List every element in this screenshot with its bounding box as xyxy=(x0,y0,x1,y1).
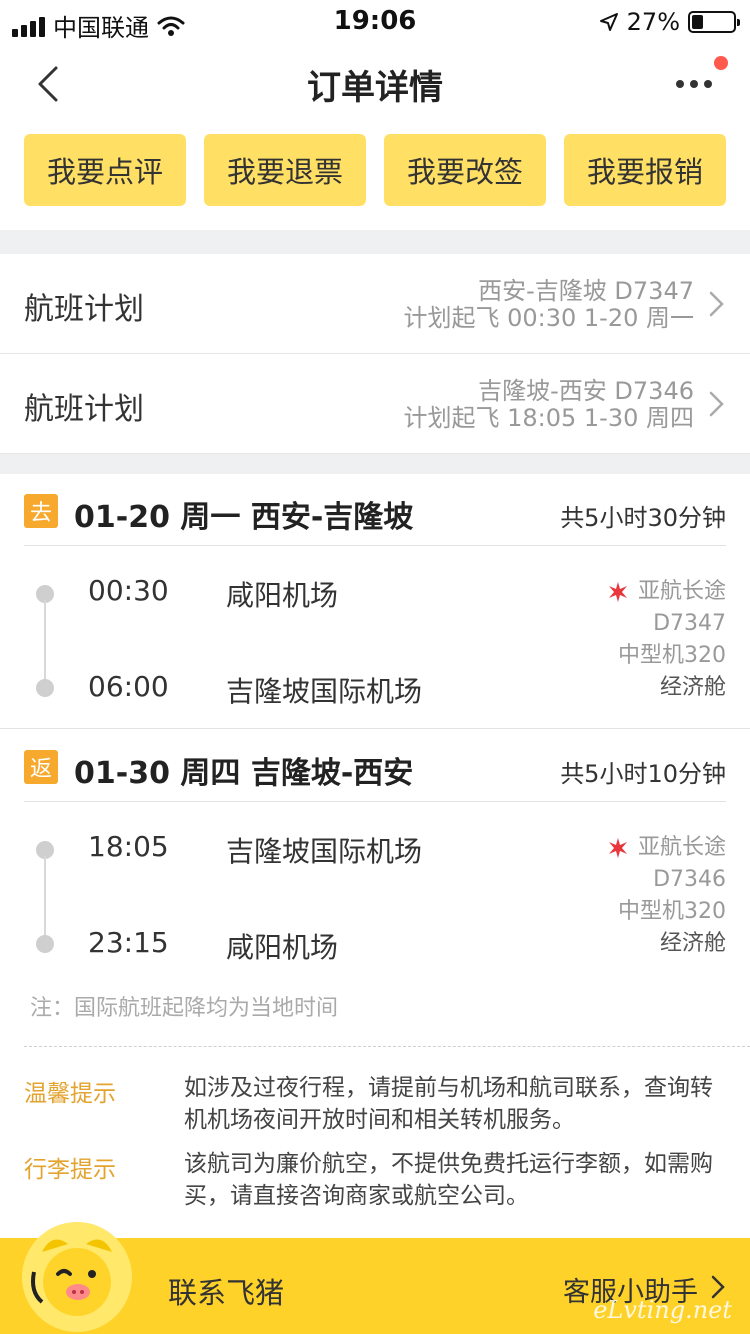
battery-percent: 27% xyxy=(626,8,680,36)
segment-title: 01-20 周一 西安-吉隆坡 xyxy=(74,500,414,535)
flight-plan-row[interactable]: 航班计划 吉隆坡-西安 D7346 计划起飞 18:05 1-30 周四 xyxy=(0,354,750,454)
flight-plan-route: 西安-吉隆坡 D7347 xyxy=(478,277,694,305)
chevron-right-icon xyxy=(709,391,724,417)
departure-airport: 咸阳机场 xyxy=(226,579,339,612)
segment-header-return: 返 01-30 周四 吉隆坡-西安 共5小时10分钟 xyxy=(24,730,726,802)
segment-title: 01-30 周四 吉隆坡-西安 xyxy=(74,756,414,791)
section-gap xyxy=(0,230,750,254)
more-menu-icon[interactable] xyxy=(674,68,714,98)
tip-text-warm: 如涉及过夜行程，请提前与机场和航司联系，查询转机机场夜间开放时间和相关转机服务。 xyxy=(184,1075,713,1133)
segment-body-return: 18:05 吉隆坡国际机场 23:15 咸阳机场 亚航长途 D7346 中型机3… xyxy=(0,816,750,966)
segment-body-outbound: 00:30 咸阳机场 06:00 吉隆坡国际机场 亚航长途 D7347 中型机3… xyxy=(0,560,750,710)
arrival-airport: 咸阳机场 xyxy=(226,931,339,964)
review-button[interactable]: 我要点评 xyxy=(24,134,186,206)
section-gap xyxy=(0,454,750,474)
tip-label-warm: 温馨提示 xyxy=(24,1081,116,1107)
flight-plan-info: 吉隆坡-西安 D7346 计划起飞 18:05 1-30 周四 xyxy=(403,378,694,432)
tip-text-baggage: 该航司为廉价航空，不提供免费托运行李额，如需购买，请直接咨询商家或航空公司。 xyxy=(184,1151,713,1209)
notification-dot xyxy=(714,56,728,70)
flight-plan-row[interactable]: 航班计划 西安-吉隆坡 D7347 计划起飞 00:30 1-20 周一 xyxy=(0,254,750,354)
segment-divider xyxy=(0,728,750,729)
change-ticket-button[interactable]: 我要改签 xyxy=(384,134,546,206)
arrival-time: 23:15 xyxy=(88,926,169,959)
flight-plan-label: 航班计划 xyxy=(24,392,144,427)
flight-plan-schedule: 计划起飞 18:05 1-30 周四 xyxy=(403,404,694,432)
flight-plan-schedule: 计划起飞 00:30 1-20 周一 xyxy=(403,304,694,332)
action-bar: 我要点评 我要退票 我要改签 我要报销 xyxy=(24,134,726,206)
cabin-class: 经济舱 xyxy=(659,675,726,700)
airline-logo-icon xyxy=(608,838,627,858)
aircraft-type: 中型机320 xyxy=(618,899,726,924)
departure-time: 18:05 xyxy=(88,830,169,863)
timeline-line xyxy=(44,856,46,936)
arrival-airport: 吉隆坡国际机场 xyxy=(226,675,423,708)
flight-plan-info: 西安-吉隆坡 D7347 计划起飞 00:30 1-20 周一 xyxy=(403,278,694,332)
page-title: 订单详情 xyxy=(307,68,443,108)
local-time-note: 注：国际航班起降均为当地时间 xyxy=(30,996,339,1021)
watermark: eLvting.net xyxy=(593,1296,732,1324)
segment-duration: 共5小时10分钟 xyxy=(560,760,726,788)
airline-name-row: 亚航长途 xyxy=(606,832,726,864)
airline-name-row: 亚航长途 xyxy=(606,576,726,608)
location-arrow-icon xyxy=(599,13,618,31)
chevron-right-icon xyxy=(709,291,724,317)
airline-info: 亚航长途 D7346 中型机320 经济舱 xyxy=(606,832,726,960)
status-bar: 中国联通 19:06 27% xyxy=(0,0,750,42)
segment-duration: 共5小时30分钟 xyxy=(560,504,726,532)
airline-name: 亚航长途 xyxy=(637,835,726,860)
airline-info: 亚航长途 D7347 中型机320 经济舱 xyxy=(606,576,726,704)
departure-airport: 吉隆坡国际机场 xyxy=(226,835,423,868)
status-right: 27% xyxy=(599,8,740,36)
timeline-dot xyxy=(36,935,54,953)
segment-tag: 去 xyxy=(24,494,58,528)
dashed-divider xyxy=(24,1046,750,1047)
pig-mascot-icon xyxy=(25,1225,129,1329)
segment-header-outbound: 去 01-20 周一 西安-吉隆坡 共5小时30分钟 xyxy=(24,474,726,546)
flight-plan-label: 航班计划 xyxy=(24,292,144,327)
contact-feizhu-button[interactable]: 联系飞猪 xyxy=(168,1270,284,1312)
aircraft-type: 中型机320 xyxy=(618,643,726,668)
arrival-time: 06:00 xyxy=(88,670,169,703)
timeline-line xyxy=(44,600,46,680)
flight-plan-route: 吉隆坡-西安 D7346 xyxy=(478,377,694,405)
battery-icon xyxy=(688,11,740,33)
mascot-avatar[interactable] xyxy=(22,1222,132,1332)
tip-label-baggage: 行李提示 xyxy=(24,1157,116,1183)
nav-bar: 订单详情 xyxy=(0,42,750,124)
airline-name: 亚航长途 xyxy=(637,579,726,604)
timeline-dot xyxy=(36,679,54,697)
cabin-class: 经济舱 xyxy=(659,931,726,956)
departure-time: 00:30 xyxy=(88,574,169,607)
flight-number: D7347 xyxy=(653,611,726,636)
battery-level xyxy=(692,15,703,29)
flight-number: D7346 xyxy=(653,867,726,892)
segment-tag: 返 xyxy=(24,750,58,784)
reimburse-button[interactable]: 我要报销 xyxy=(564,134,726,206)
airline-logo-icon xyxy=(608,582,627,602)
refund-button[interactable]: 我要退票 xyxy=(204,134,366,206)
